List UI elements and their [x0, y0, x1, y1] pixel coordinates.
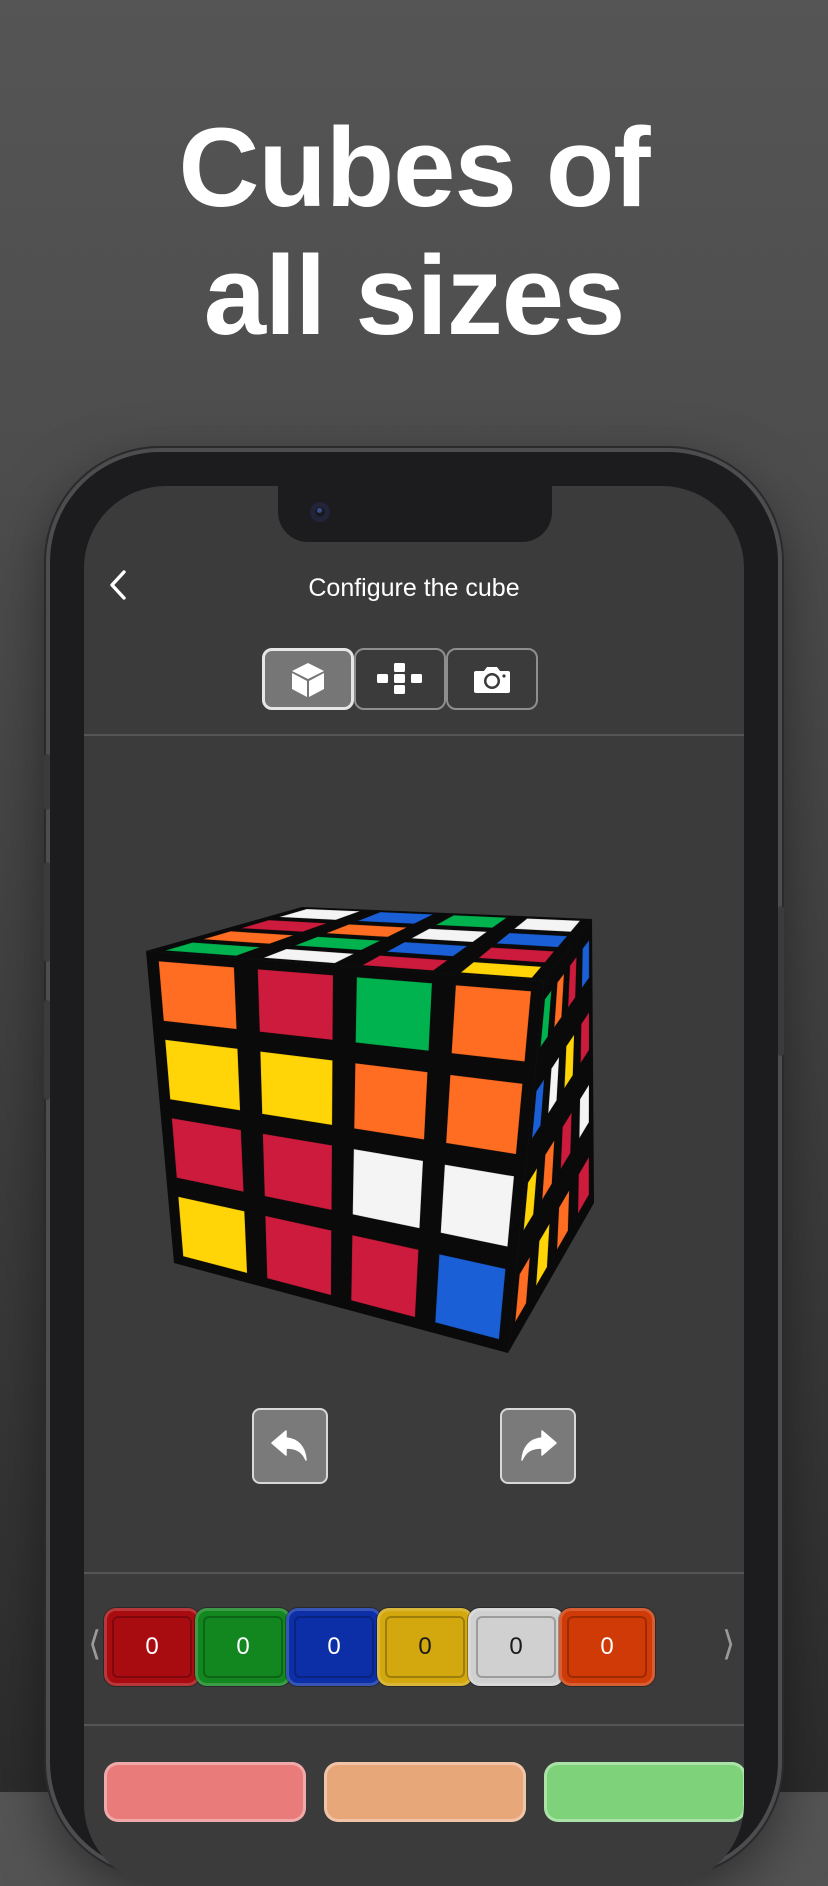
cube-front-face-sticker — [445, 1074, 523, 1155]
cube-front-face-sticker — [352, 1148, 424, 1229]
rotate-left-button[interactable] — [252, 1408, 328, 1484]
color-count-white[interactable]: 0 — [468, 1608, 564, 1686]
rotate-right-icon — [521, 1430, 557, 1461]
rotate-left-icon — [271, 1430, 307, 1461]
color-count-orange[interactable]: 0 — [559, 1608, 655, 1686]
view-mode-net-button[interactable] — [354, 648, 446, 710]
cube-net-icon — [377, 663, 422, 694]
view-mode-3d-button[interactable] — [262, 648, 354, 710]
divider-top — [84, 734, 744, 736]
side-button-volume-up — [44, 862, 50, 962]
color-count-green[interactable]: 0 — [195, 1608, 291, 1686]
color-counts-row: ⟨ ⟩ 0 0 0 0 0 0 — [84, 1604, 744, 1686]
cube-3d-view[interactable] — [124, 884, 704, 1394]
cube-front-face-sticker — [355, 976, 433, 1052]
side-button-volume-down — [44, 1000, 50, 1100]
cube-front-face-sticker — [353, 1062, 428, 1140]
headline: Cubes of all sizes — [0, 104, 828, 360]
rotate-right-button[interactable] — [500, 1408, 576, 1484]
front-camera — [310, 502, 330, 522]
cube-3d-icon — [292, 663, 324, 697]
color-count-value: 0 — [145, 1633, 159, 1660]
side-button-silent — [44, 754, 50, 810]
colors-prev-chevron[interactable]: ⟨ — [88, 1626, 101, 1662]
bottom-action-button-2[interactable] — [324, 1762, 526, 1822]
cube-top-face-sticker — [513, 918, 581, 933]
color-count-value: 0 — [418, 1633, 432, 1660]
view-mode-camera-button[interactable] — [446, 648, 538, 710]
color-count-blue[interactable]: 0 — [286, 1608, 382, 1686]
phone-screen: Configure the cube ⟨ ⟩ 0 0 0 0 0 0 — [84, 486, 744, 1886]
notch — [278, 486, 552, 542]
color-count-value: 0 — [600, 1633, 614, 1660]
color-count-value: 0 — [236, 1633, 250, 1660]
headline-line-1: Cubes of — [178, 105, 650, 230]
bottom-action-button-3[interactable] — [544, 1762, 744, 1822]
side-button-power — [778, 906, 784, 1056]
bottom-action-button-1[interactable] — [104, 1762, 306, 1822]
divider-middle — [84, 1572, 744, 1574]
headline-line-2: all sizes — [203, 233, 626, 358]
camera-icon — [474, 667, 510, 693]
cube-front-face-sticker — [257, 968, 334, 1041]
cube-front-face-sticker — [164, 1039, 241, 1111]
color-count-red[interactable]: 0 — [104, 1608, 200, 1686]
color-count-value: 0 — [509, 1633, 523, 1660]
cube-front-face-sticker — [158, 960, 238, 1030]
colors-next-chevron[interactable]: ⟩ — [722, 1626, 735, 1662]
color-count-yellow[interactable]: 0 — [377, 1608, 473, 1686]
page-title: Configure the cube — [308, 574, 520, 602]
cube-front-face-sticker — [440, 1164, 515, 1248]
cube-front-face-sticker — [451, 984, 532, 1062]
cube-front-face-sticker — [259, 1051, 333, 1126]
divider-bottom — [84, 1724, 744, 1726]
color-count-value: 0 — [327, 1633, 341, 1660]
